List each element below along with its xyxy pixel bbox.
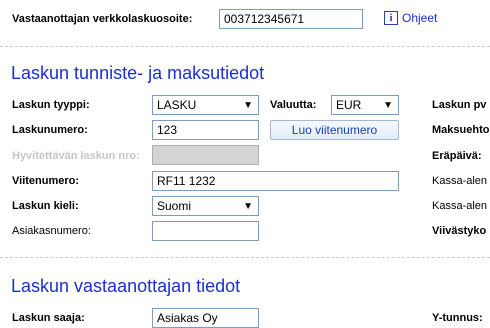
credited-invoice-input [152, 145, 259, 165]
help-link[interactable]: Ohjeet [402, 11, 437, 25]
customer-number-input[interactable] [152, 221, 259, 241]
cash-discount-label-1: Kassa-alen [432, 175, 488, 187]
invoice-number-input[interactable]: 123 [152, 120, 259, 140]
currency-select[interactable]: EUR ▼ [331, 95, 399, 115]
customer-number-label: Asiakasnumero: [12, 225, 91, 237]
dropdown-arrow-icon: ▼ [383, 100, 393, 111]
divider [0, 46, 490, 47]
reference-label: Viitenumero: [12, 175, 80, 187]
invoice-language-label: Laskun kieli: [12, 200, 79, 212]
invoice-section-title: Laskun tunniste- ja maksutiedot [11, 63, 265, 83]
dropdown-arrow-icon: ▼ [243, 100, 253, 111]
currency-value: EUR [336, 98, 362, 112]
credited-invoice-label: Hyvitettävän laskun nro: [12, 150, 140, 162]
invoice-type-value: LASKU [157, 98, 197, 112]
invoice-date-label: Laskun pv [432, 99, 487, 111]
reference-input[interactable]: RF11 1232 [152, 171, 399, 191]
invoice-language-value: Suomi [157, 199, 192, 213]
invoice-type-label: Laskun tyyppi: [12, 99, 90, 111]
dropdown-arrow-icon: ▼ [243, 201, 253, 212]
business-id-label: Y-tunnus: [432, 312, 483, 324]
invoice-number-label: Laskunumero: [12, 124, 88, 136]
due-date-label: Eräpäivä: [432, 150, 482, 162]
divider [0, 257, 490, 258]
invoice-language-select[interactable]: Suomi ▼ [152, 196, 259, 216]
payment-terms-label: Maksuehto [432, 124, 490, 136]
payer-label: Laskun saaja: [12, 312, 85, 324]
recipient-address-label: Vastaanottajan verkkolaskuosoite: [12, 13, 193, 25]
recipient-section-title: Laskun vastaanottajan tiedot [11, 276, 241, 296]
generate-reference-button[interactable]: Luo viitenumero [270, 120, 399, 140]
cash-discount-label-2: Kassa-alen [432, 200, 488, 212]
recipient-address-input[interactable]: 003712345671 [219, 9, 363, 29]
payer-input[interactable]: Asiakas Oy [152, 308, 259, 328]
info-icon[interactable]: i [384, 11, 398, 25]
currency-label: Valuutta: [270, 99, 317, 111]
invoice-type-select[interactable]: LASKU ▼ [152, 95, 259, 115]
penalty-interest-label: Viivästyko [432, 225, 487, 237]
